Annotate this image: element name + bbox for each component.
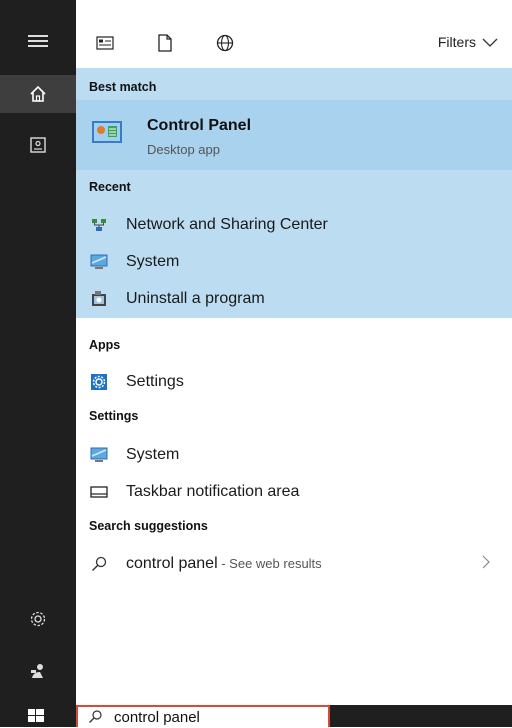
recent-item-label: System <box>126 252 180 270</box>
filters-dropdown[interactable]: Filters <box>438 34 498 50</box>
filters-label: Filters <box>437 34 476 50</box>
best-match-header: Best match <box>89 80 157 94</box>
settings-header: Settings <box>89 409 139 423</box>
notebook-button[interactable] <box>0 126 76 164</box>
network-icon <box>89 215 109 235</box>
search-box[interactable]: control panel <box>76 705 330 727</box>
feedback-icon <box>31 664 43 678</box>
settings-item-system[interactable]: System <box>76 436 512 473</box>
suggestion-suffix: - See web results <box>217 555 322 571</box>
taskbar: control panel <box>0 705 512 727</box>
settings-item-label: Taskbar notification area <box>126 482 300 500</box>
document-icon <box>158 34 172 52</box>
chevron-right-icon <box>482 553 490 574</box>
left-rail <box>0 0 76 727</box>
recent-item-label: Uninstall a program <box>126 289 265 307</box>
best-match-title: Control Panel <box>147 117 252 134</box>
settings-item-taskbar[interactable]: Taskbar notification area <box>76 473 512 510</box>
recent-item-system[interactable]: System <box>76 243 512 280</box>
web-filter-button[interactable] <box>212 30 238 56</box>
results-toolbar: Filters <box>76 0 512 68</box>
apps-filter-button[interactable] <box>92 30 118 56</box>
suggestion-query: control panel <box>126 554 218 572</box>
suggestion-item-web[interactable]: control panel - See web results <box>76 545 512 582</box>
settings-item-label: System <box>126 445 180 463</box>
monitor-icon <box>89 445 109 465</box>
globe-icon <box>216 34 234 52</box>
gear-icon <box>89 372 109 392</box>
gear-icon <box>30 611 46 627</box>
settings-rail-button[interactable] <box>0 600 76 638</box>
best-match-result[interactable]: Control Panel Desktop app <box>76 100 512 170</box>
search-icon <box>89 554 109 574</box>
documents-filter-button[interactable] <box>152 30 178 56</box>
notebook-icon <box>30 137 46 153</box>
search-icon <box>88 710 102 724</box>
taskbar-icon <box>89 482 109 502</box>
app-item-settings[interactable]: Settings <box>76 363 512 400</box>
recent-item-uninstall[interactable]: Uninstall a program <box>76 280 512 317</box>
home-icon <box>30 85 46 102</box>
program-icon <box>89 289 109 309</box>
app-item-label: Settings <box>126 372 184 390</box>
feedback-button[interactable] <box>0 652 76 690</box>
chevron-down-icon <box>482 38 498 47</box>
recent-item-network[interactable]: Network and Sharing Center <box>76 206 512 243</box>
windows-logo-icon <box>28 709 44 722</box>
search-query-text: control panel <box>114 708 200 726</box>
search-suggestions-header: Search suggestions <box>89 519 208 533</box>
home-button[interactable] <box>0 75 76 113</box>
best-match-subtitle: Desktop app <box>147 142 220 157</box>
recent-header: Recent <box>89 180 131 194</box>
start-button[interactable] <box>28 709 44 728</box>
hamburger-icon <box>28 35 48 47</box>
hamburger-menu-button[interactable] <box>0 22 76 60</box>
recent-item-label: Network and Sharing Center <box>126 215 328 233</box>
suggestion-text: control panel - See web results <box>126 555 322 573</box>
search-results-panel: Filters Best match Control Panel Desktop… <box>76 0 512 705</box>
monitor-icon <box>89 252 109 272</box>
apps-header: Apps <box>89 338 121 352</box>
app-window-icon <box>96 36 114 50</box>
control-panel-icon <box>92 121 122 148</box>
